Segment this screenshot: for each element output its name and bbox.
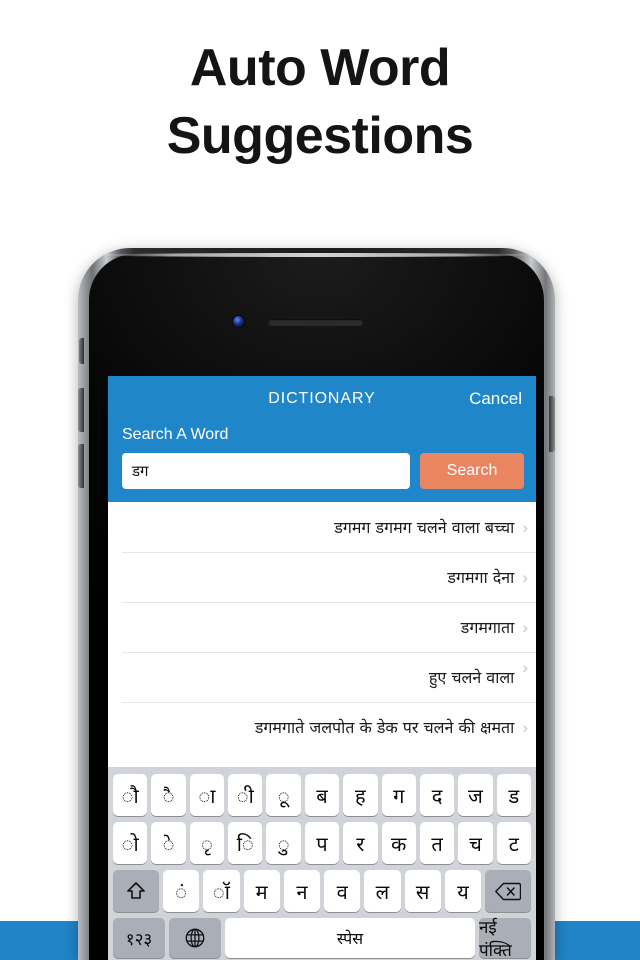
key-e-matra[interactable]: े [151,822,186,864]
key-ma[interactable]: म [243,870,280,912]
chevron-right-icon: › [522,658,528,677]
keyboard-row-2: ो े ृ ि ु प र क त च ट [110,819,534,867]
return-key[interactable]: नई पंक्ति [479,918,531,960]
onscreen-keyboard: ौ ै ा ी ू ब ह ग द ज ड ो े ृ ि ु प र क त … [108,767,536,960]
key-ba[interactable]: ब [304,774,340,816]
navigation-bar: DICTIONARY Cancel [108,376,536,422]
key-ra[interactable]: र [343,822,378,864]
key-uu-matra[interactable]: ू [266,774,301,816]
key-anusvara[interactable]: ं [163,870,200,912]
list-item[interactable]: डगमग डगमग चलने वाला बच्चा › [108,502,536,552]
key-o-matra[interactable]: ो [113,822,148,864]
suggestion-text: डगमग डगमग चलने वाला बच्चा [334,518,515,537]
suggestion-text: डगमगाते जलपोत के डेक पर चलने की क्षमता [254,718,515,737]
list-item[interactable]: हुए चलने वाला › [108,652,536,702]
search-row: डग Search [108,453,536,502]
key-ai-matra[interactable]: ै [151,774,186,816]
chevron-right-icon: › [522,517,528,537]
phone-screen: DICTIONARY Cancel Search A Word डग Searc… [108,376,536,960]
earpiece-speaker-icon [268,319,363,326]
volume-down-button[interactable] [78,444,84,488]
front-camera-icon [233,316,244,327]
key-ii-matra[interactable]: ी [228,774,263,816]
key-i-matra[interactable]: ि [228,822,263,864]
page-title: Auto Word Suggestions [0,34,640,170]
key-ga[interactable]: ग [381,774,416,816]
search-input[interactable]: डग [122,453,410,489]
chevron-right-icon: › [522,617,528,637]
key-aa-matra[interactable]: ा [189,774,225,816]
headline-line-1: Auto Word [189,39,451,97]
suggestion-text: डगमगाता [460,618,515,637]
numbers-key[interactable]: १२३ [113,918,165,958]
key-cha[interactable]: च [458,822,493,864]
key-candra-o[interactable]: ॉ [203,870,240,912]
globe-icon[interactable] [169,918,221,958]
phone-frame: DICTIONARY Cancel Search A Word डग Searc… [78,248,555,960]
key-la[interactable]: ल [364,870,401,912]
key-da[interactable]: द [419,774,455,816]
power-button[interactable] [549,396,555,452]
space-key[interactable]: स्पेस [225,918,475,958]
app-header: DICTIONARY Cancel Search A Word डग Searc… [108,376,536,502]
phone-mockup: DICTIONARY Cancel Search A Word डग Searc… [78,248,555,960]
key-au-matra[interactable]: ौ [113,774,148,816]
key-va[interactable]: व [324,870,361,912]
key-u-matra[interactable]: ु [266,822,301,864]
key-sa[interactable]: स [404,870,441,912]
key-ha[interactable]: ह [343,774,378,816]
backspace-icon[interactable] [485,870,531,912]
keyboard-row-4: १२३ स्पेस नई पंक्ति [110,915,534,960]
chevron-right-icon: › [522,717,528,737]
list-item[interactable]: डगमगाता › [108,602,536,652]
keyboard-row-1: ौ ै ा ी ू ब ह ग द ज ड [110,771,534,819]
volume-up-button[interactable] [78,388,84,432]
list-item[interactable]: डगमगाते जलपोत के डेक पर चलने की क्षमता › [108,702,536,752]
key-tta[interactable]: ट [496,822,531,864]
keyboard-row-3: ं ॉ म न व ल स य [110,867,534,915]
key-dda[interactable]: ड [496,774,531,816]
key-pa[interactable]: प [304,822,340,864]
list-item[interactable]: डगमगा देना › [108,552,536,602]
key-na[interactable]: न [283,870,320,912]
headline-line-2: Suggestions [166,107,474,165]
key-ri-matra[interactable]: ृ [189,822,225,864]
shift-arrow-icon[interactable] [113,870,159,912]
suggestion-text: हुए चलने वाला [428,668,515,687]
chevron-right-icon: › [522,567,528,587]
search-section-label: Search A Word [122,426,229,443]
key-ta[interactable]: त [419,822,455,864]
key-ja[interactable]: ज [458,774,493,816]
promo-screenshot: Auto Word Suggestions DICTIONARY Cancel [0,0,640,960]
key-ka[interactable]: क [381,822,416,864]
suggestion-list: डगमग डगमग चलने वाला बच्चा › डगमगा देना ›… [108,502,536,752]
search-button[interactable]: Search [420,453,524,489]
bezel-highlight [94,253,539,257]
app-title: DICTIONARY [268,390,376,407]
silent-switch-button[interactable] [79,338,84,364]
key-ya[interactable]: य [444,870,481,912]
suggestion-text: डगमगा देना [447,568,515,587]
cancel-button[interactable]: Cancel [469,389,522,409]
